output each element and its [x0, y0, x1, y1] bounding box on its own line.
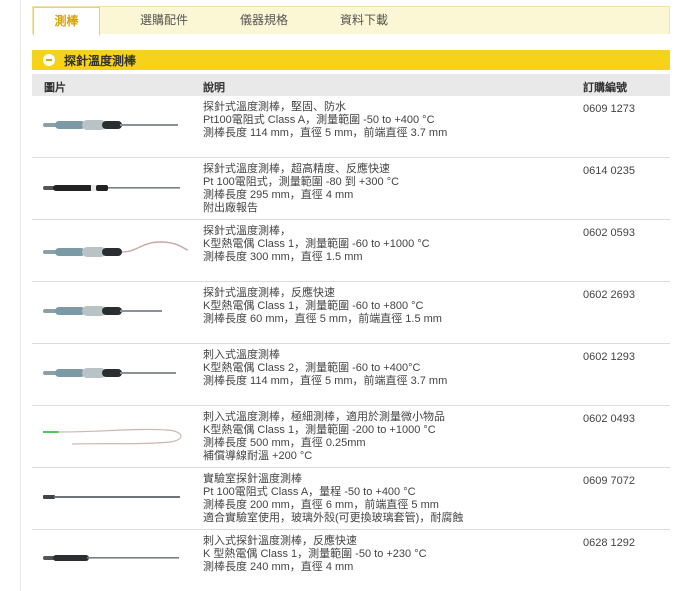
tab-specifications[interactable]: 儀器規格: [229, 7, 299, 35]
table-row: 探針式溫度測棒，堅固、防水 Pt100電阻式 Class A，測量範圍 -50 …: [32, 96, 670, 158]
tab-accessories[interactable]: 選購配件: [129, 7, 199, 35]
order-number: 0614 0235: [583, 165, 635, 177]
table-row: 探針式溫度測棒，超高精度、反應快速 Pt 100電阻式，測量範圍 -80 到 +…: [32, 158, 670, 220]
order-number: 0602 1293: [583, 351, 635, 363]
table-row: 探針式溫度測棒，反應快速 K型熱電偶 Class 1，測量範圍 -60 to +…: [32, 282, 670, 344]
row-description: 刺入式溫度測棒，極細測棒，適用於測量微小物品 K型熱電偶 Class 1，測量範…: [203, 411, 445, 462]
handle-probe-image: [42, 304, 192, 318]
precision-probe-image: [42, 182, 192, 194]
row-description: 刺入式探針溫度測棒，反應快速 K 型熱電偶 Class 1，測量範圍 -50 t…: [203, 535, 427, 573]
order-number: 0602 2693: [583, 289, 635, 301]
order-number: 0628 1292: [583, 537, 635, 549]
header-order-number: 訂購編號: [583, 82, 627, 94]
thin-handle-probe-image: [42, 552, 192, 564]
table-row: 刺入式探針溫度測棒，反應快速 K 型熱電偶 Class 1，測量範圍 -50 t…: [32, 530, 670, 591]
table-row: 刺入式溫度測棒 K型熱電偶 Class 2，測量範圍 -60 to +400°C…: [32, 344, 670, 406]
handle-probe-image: [42, 366, 192, 380]
order-number: 0609 1273: [583, 103, 635, 115]
handle-probe-image: [42, 118, 192, 132]
order-number: 0609 7072: [583, 475, 635, 487]
section-header[interactable]: 探針溫度測棒: [32, 50, 670, 70]
row-description: 刺入式溫度測棒 K型熱電偶 Class 2，測量範圍 -60 to +400°C…: [203, 349, 448, 387]
table-row: 刺入式溫度測棒，極細測棒，適用於測量微小物品 K型熱電偶 Class 1，測量範…: [32, 406, 670, 468]
tab-bar: 測棒 選購配件 儀器規格 資料下載: [32, 6, 670, 36]
header-image: 圖片: [44, 82, 66, 94]
collapse-minus-icon[interactable]: [43, 54, 55, 66]
order-number: 0602 0593: [583, 227, 635, 239]
lab-rod-probe-image: [42, 492, 192, 502]
row-description: 探針式溫度測棒，反應快速 K型熱電偶 Class 1，測量範圍 -60 to +…: [203, 287, 442, 325]
fine-wire-probe-image: [42, 420, 192, 450]
product-table: 探針式溫度測棒，堅固、防水 Pt100電阻式 Class A，測量範圍 -50 …: [32, 96, 670, 591]
table-header: 圖片 說明 訂購編號: [32, 74, 670, 96]
table-row: 實驗室探針溫度測棒 Pt 100電阻式 Class A，量程 -50 to +4…: [32, 468, 670, 530]
cable-probe-image: [42, 238, 192, 260]
order-number: 0602 0493: [583, 413, 635, 425]
table-row: 探針式溫度測棒， K型熱電偶 Class 1，測量範圍 -60 to +1000…: [32, 220, 670, 282]
tab-probes[interactable]: 測棒: [33, 7, 100, 36]
header-description: 說明: [203, 82, 225, 94]
row-description: 實驗室探針溫度測棒 Pt 100電阻式 Class A，量程 -50 to +4…: [203, 473, 464, 524]
row-description: 探針式溫度測棒， K型熱電偶 Class 1，測量範圍 -60 to +1000…: [203, 225, 430, 263]
row-description: 探針式溫度測棒，超高精度、反應快速 Pt 100電阻式，測量範圍 -80 到 +…: [203, 163, 400, 214]
section-title: 探針溫度測棒: [64, 53, 137, 68]
row-description: 探針式溫度測棒，堅固、防水 Pt100電阻式 Class A，測量範圍 -50 …: [203, 101, 448, 139]
tab-downloads[interactable]: 資料下載: [329, 7, 399, 35]
